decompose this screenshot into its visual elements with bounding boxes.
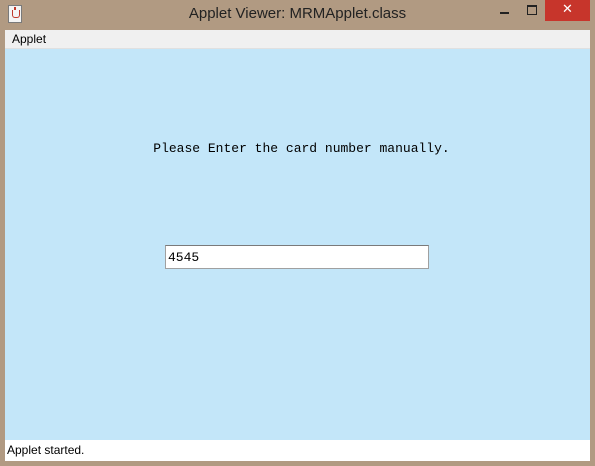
status-bar: Applet started. [5,440,590,461]
minimize-button[interactable] [491,0,518,21]
frame-content: Applet Please Enter the card number manu… [5,30,590,461]
card-prompt-text: Please Enter the card number manually. [153,141,450,156]
close-button[interactable]: ✕ [545,0,590,21]
status-text: Applet started. [7,443,85,457]
applet-panel: Please Enter the card number manually. [5,49,590,440]
menu-applet[interactable]: Applet [11,31,47,48]
card-number-input[interactable] [165,245,429,269]
applet-viewer-window: Applet Viewer: MRMApplet.class ✕ Applet … [0,0,595,466]
menu-bar: Applet [5,30,590,49]
close-icon: ✕ [562,2,573,17]
maximize-button[interactable] [518,0,545,21]
title-bar[interactable]: Applet Viewer: MRMApplet.class ✕ [0,0,595,30]
